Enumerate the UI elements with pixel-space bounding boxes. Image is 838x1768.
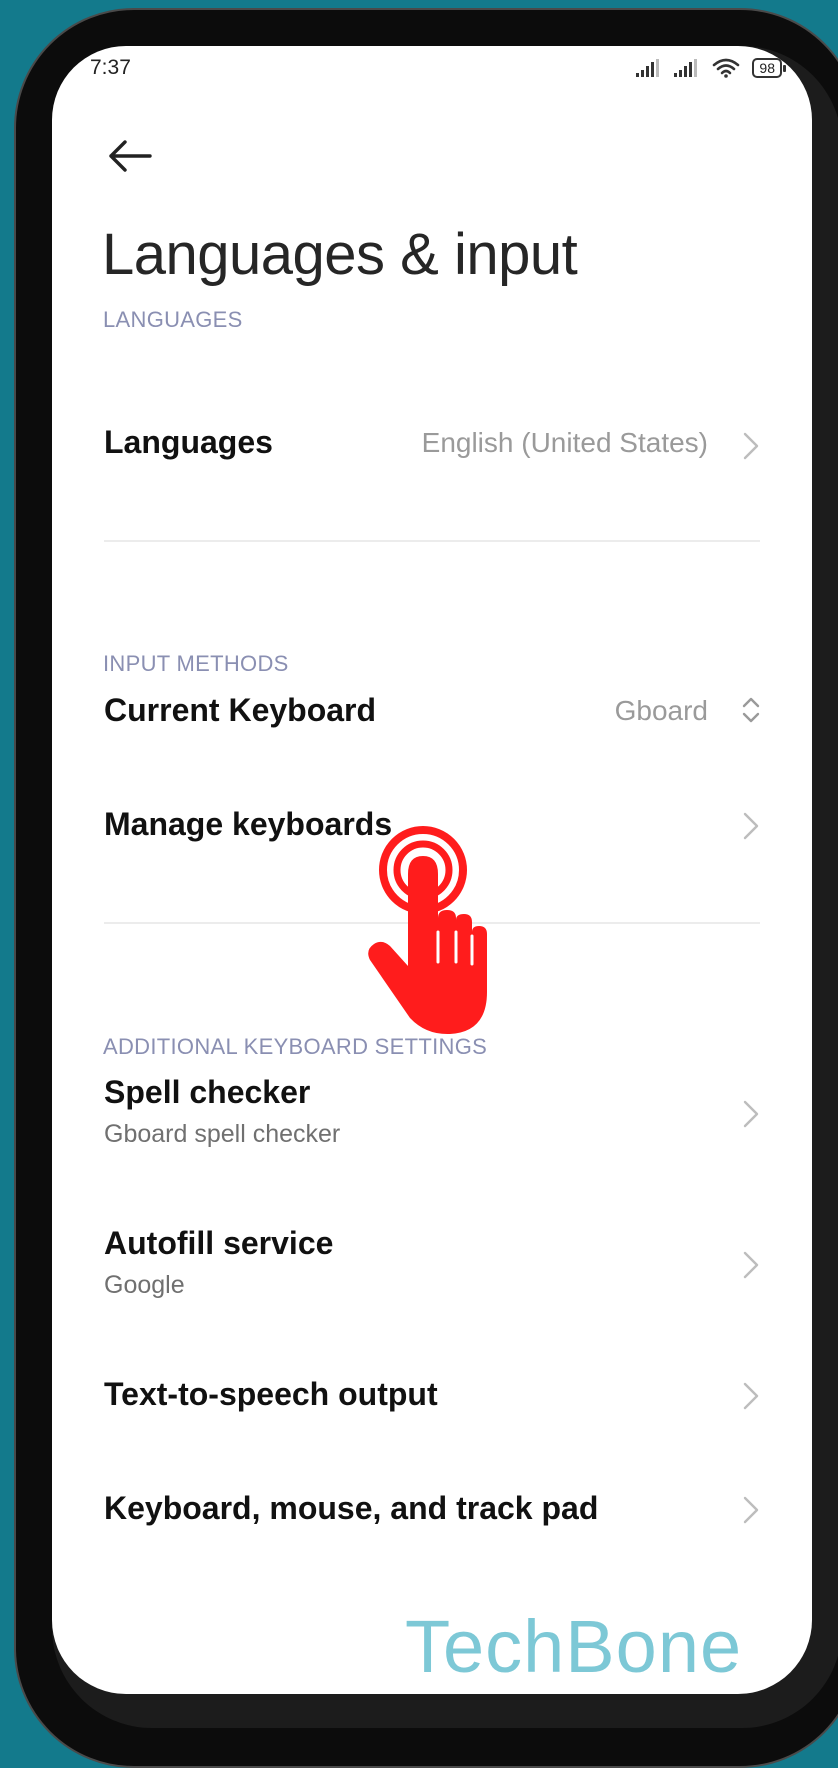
chevron-up-down-icon xyxy=(742,697,760,723)
keyboard-mouse-trackpad-title: Keyboard, mouse, and track pad xyxy=(104,1490,599,1526)
spell-checker-row[interactable]: Spell checker Gboard spell checker xyxy=(52,1074,812,1184)
languages-row[interactable]: Languages English (United States) xyxy=(52,424,812,494)
arrow-left-icon xyxy=(109,140,152,172)
manage-keyboards-title: Manage keyboards xyxy=(104,806,393,842)
chevron-right-icon xyxy=(743,1251,759,1279)
signal-icon xyxy=(636,59,660,77)
languages-row-value: English (United States) xyxy=(421,427,708,458)
tap-hand-icon xyxy=(368,826,487,1035)
chevron-right-icon xyxy=(743,432,759,460)
status-icons: 98 xyxy=(636,58,786,78)
keyboard-mouse-trackpad-row[interactable]: Keyboard, mouse, and track pad xyxy=(52,1490,812,1560)
chevron-right-icon xyxy=(743,1382,759,1410)
autofill-service-row[interactable]: Autofill service Google xyxy=(52,1225,812,1335)
text-to-speech-title: Text-to-speech output xyxy=(104,1376,438,1412)
status-time: 7:37 xyxy=(90,56,131,79)
section-header-languages: LANGUAGES xyxy=(103,307,243,332)
techbone-watermark: TechBone xyxy=(405,1605,743,1688)
autofill-service-title: Autofill service xyxy=(104,1225,334,1261)
current-keyboard-row[interactable]: Current Keyboard Gboard xyxy=(52,692,812,762)
chevron-right-icon xyxy=(743,1496,759,1524)
back-button[interactable] xyxy=(102,128,158,184)
spell-checker-title: Spell checker xyxy=(104,1074,311,1110)
page-title: Languages & input xyxy=(102,222,578,287)
signal-icon xyxy=(674,59,698,77)
current-keyboard-title: Current Keyboard xyxy=(104,692,377,728)
text-to-speech-row[interactable]: Text-to-speech output xyxy=(52,1376,812,1446)
battery-icon: 98 xyxy=(752,58,786,78)
wifi-icon xyxy=(713,58,740,78)
spell-checker-subtitle: Gboard spell checker xyxy=(104,1120,341,1148)
current-keyboard-value: Gboard xyxy=(614,695,708,726)
autofill-service-subtitle: Google xyxy=(104,1271,185,1299)
chevron-right-icon xyxy=(743,812,759,840)
chevron-right-icon xyxy=(743,1100,759,1128)
section-header-input-methods: INPUT METHODS xyxy=(103,651,289,676)
divider xyxy=(104,540,760,542)
status-bar: 7:37 98 xyxy=(52,46,812,86)
languages-row-title: Languages xyxy=(104,424,273,460)
battery-tip xyxy=(783,64,786,72)
battery-level: 98 xyxy=(752,58,782,78)
